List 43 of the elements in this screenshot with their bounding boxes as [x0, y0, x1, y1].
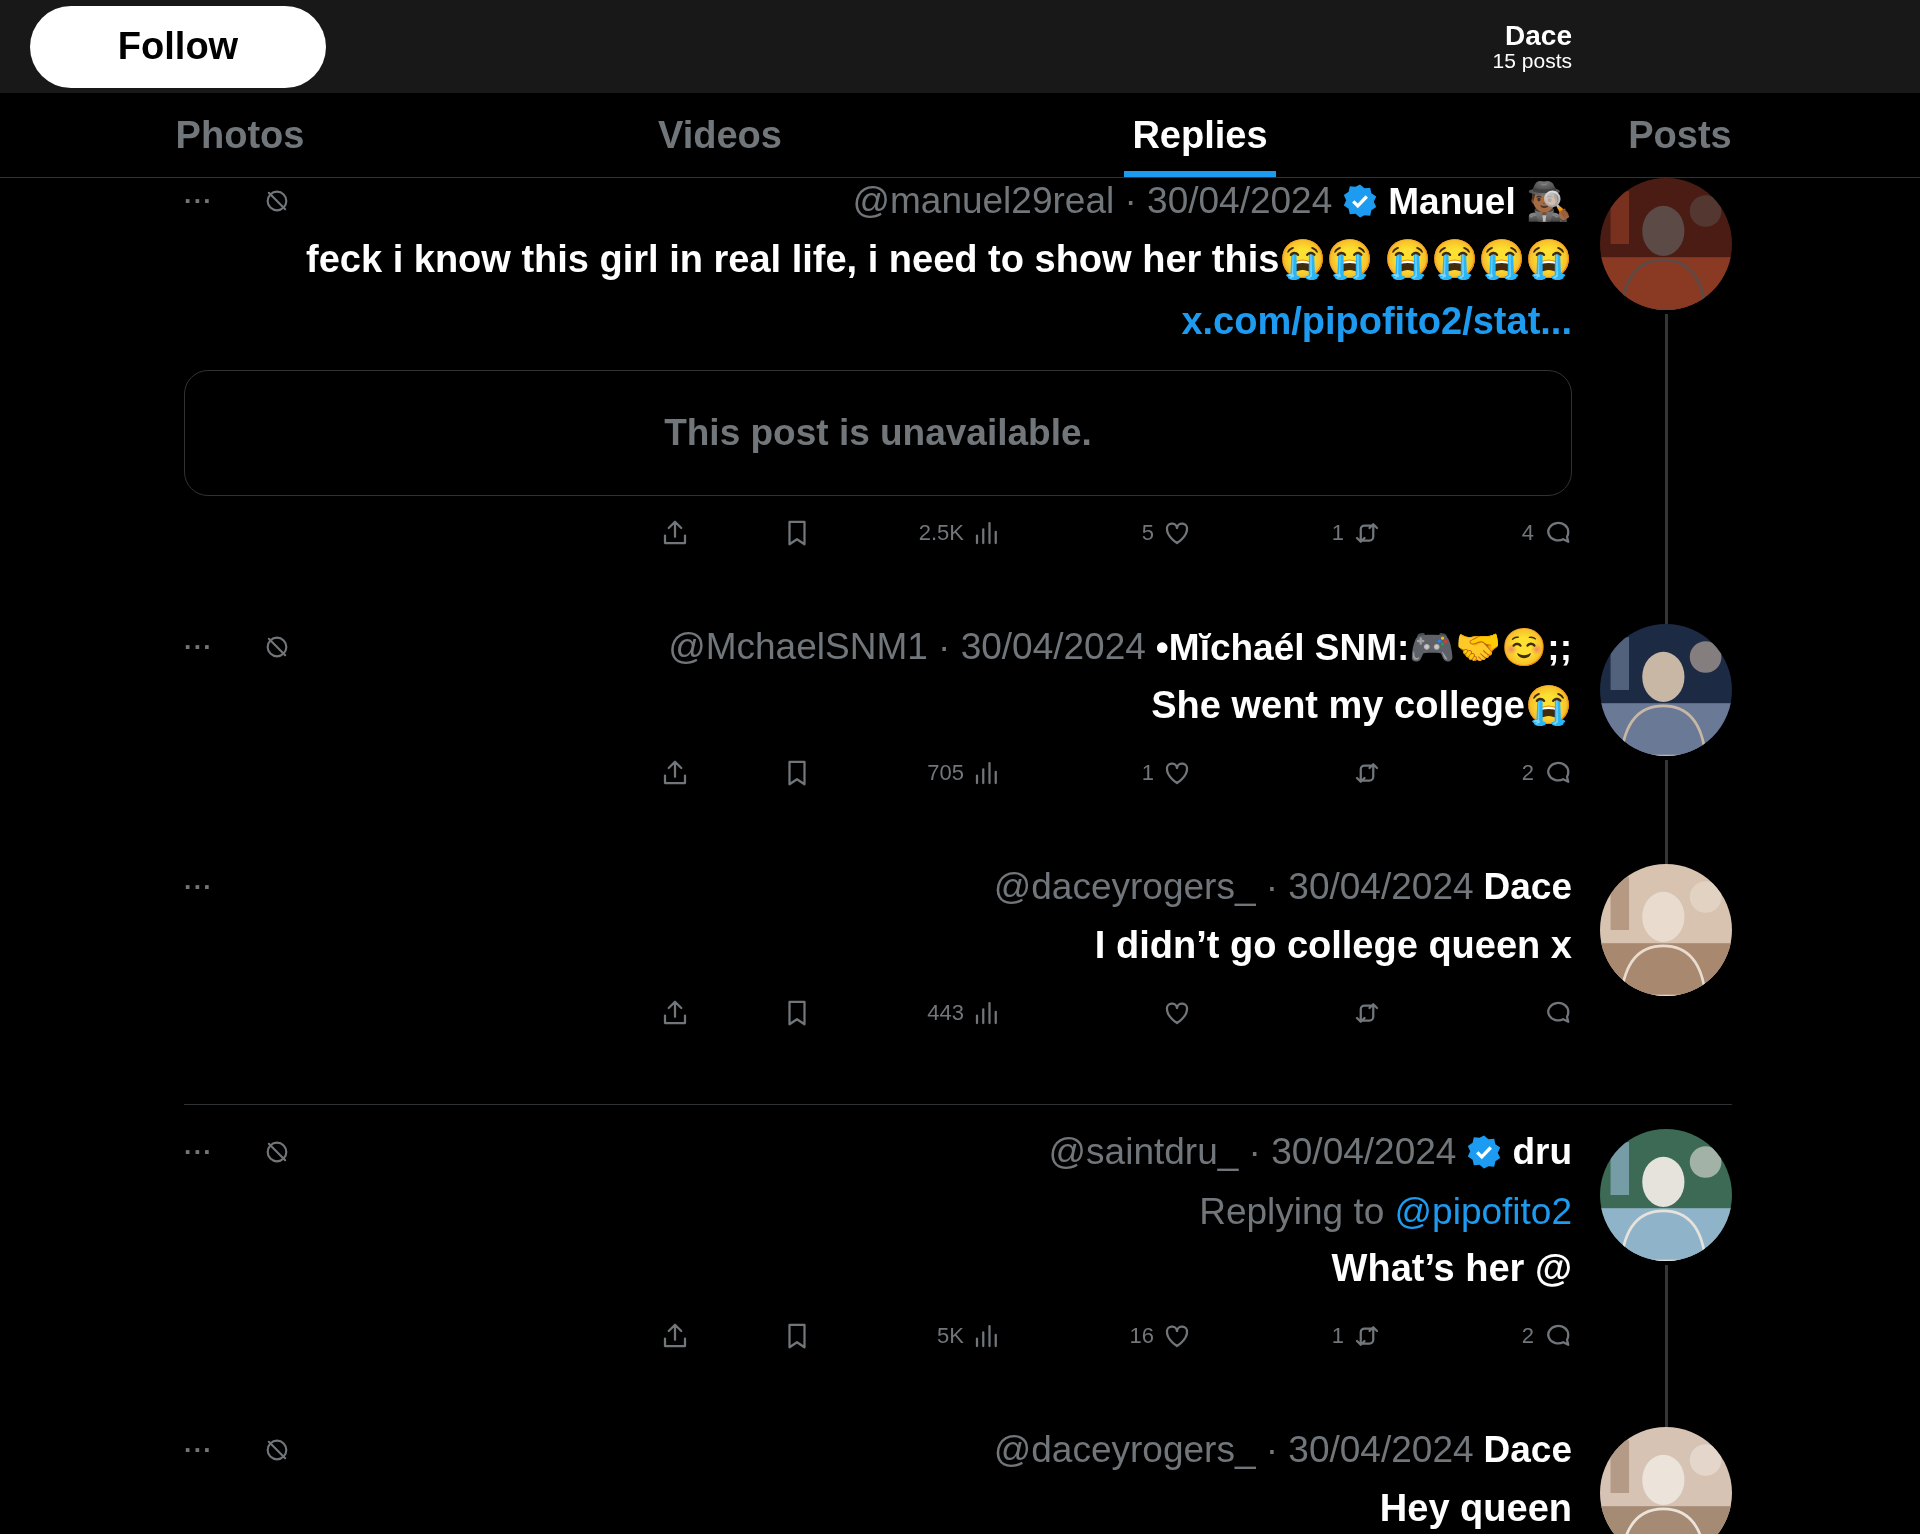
- post-text: Hey queen: [1378, 1486, 1572, 1531]
- handle-and-date: @daceyrogers_ · 30/04/2024: [993, 1429, 1474, 1471]
- more-menu[interactable]: ···: [184, 631, 213, 663]
- post-link[interactable]: x.com/pipofito2/stat...: [1181, 300, 1572, 342]
- count: 443: [927, 1000, 964, 1026]
- author-name: •Mĭchaél SNM:🎮🤝☺;;: [1155, 625, 1572, 669]
- count: 1: [1141, 760, 1154, 786]
- follow-button[interactable]: Follow: [30, 5, 326, 88]
- post-text: I didn’t go college queen x: [1093, 923, 1572, 968]
- post-count: 15 posts: [1492, 50, 1572, 73]
- tab[interactable]: Replies: [1124, 93, 1276, 177]
- count: 5K: [937, 1323, 964, 1349]
- count: 2: [1521, 760, 1534, 786]
- author-name: Manuel 🕵🏾‍♂: [1388, 179, 1572, 223]
- count: 16: [1129, 1323, 1154, 1349]
- count: 1: [1331, 520, 1344, 546]
- author-name: Dace: [1483, 1429, 1572, 1471]
- count: 705: [927, 760, 964, 786]
- count: 4: [1521, 520, 1534, 546]
- more-menu[interactable]: ···: [184, 185, 213, 217]
- handle-and-date: @daceyrogers_ · 30/04/2024: [993, 866, 1474, 908]
- tab[interactable]: Videos: [650, 93, 790, 177]
- post-text: She went my college😭: [1150, 683, 1572, 728]
- mention-link[interactable]: @pipofito2: [1394, 1191, 1572, 1232]
- profile-name: Dace: [1505, 20, 1572, 51]
- author-name: dru: [1512, 1131, 1572, 1173]
- post-text: feck i know this girl in real life, i need to show her this😭😭 😭😭😭😭 x.com/pipofito2/stat...: [305, 237, 1572, 344]
- tab[interactable]: Posts: [1620, 93, 1740, 177]
- more-menu[interactable]: ···: [184, 1136, 213, 1168]
- handle-and-date: @manuel29real · 30/04/2024: [852, 180, 1333, 222]
- more-menu[interactable]: ···: [184, 1434, 213, 1466]
- author-name: Dace: [1483, 866, 1572, 908]
- unavailable-notice: This post is unavailable.: [664, 412, 1092, 454]
- replying-to-text: Replying to @pipofito2: [1198, 1191, 1572, 1233]
- count: 1: [1331, 1323, 1344, 1349]
- post-text: What’s her @: [1330, 1246, 1572, 1291]
- count: 2.5K: [918, 520, 964, 546]
- more-menu[interactable]: ···: [184, 871, 213, 903]
- count: 5: [1141, 520, 1154, 546]
- count: 2: [1521, 1323, 1534, 1349]
- handle-and-date: @saintdru_ · 30/04/2024: [1048, 1131, 1457, 1173]
- tab[interactable]: Photos: [167, 93, 313, 177]
- handle-and-date: @MchaelSNM1 · 30/04/2024: [668, 626, 1146, 668]
